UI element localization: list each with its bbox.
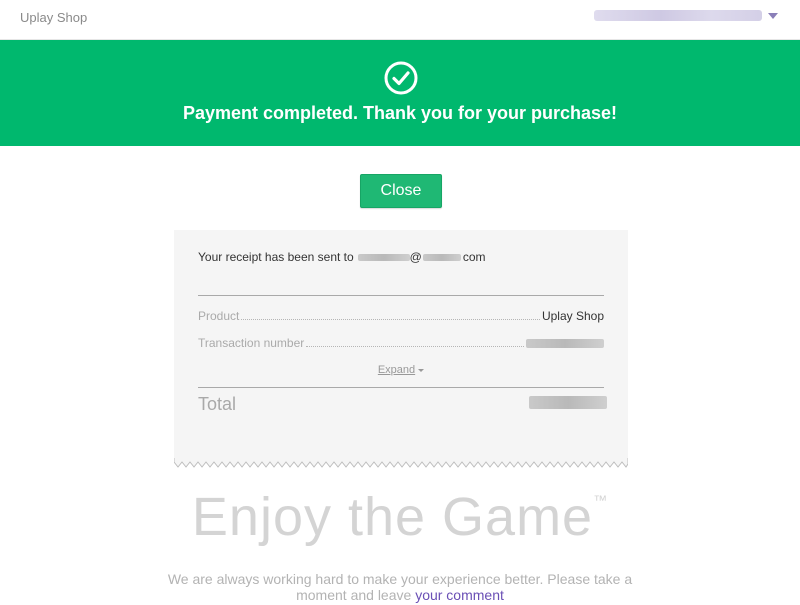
- product-value: Uplay Shop: [541, 309, 604, 323]
- close-button[interactable]: Close: [360, 174, 442, 208]
- divider: [198, 295, 604, 296]
- transaction-number-redacted: [526, 339, 604, 348]
- top-bar: Uplay Shop: [0, 0, 800, 40]
- dotted-leader: [306, 346, 524, 347]
- email-user-redacted: [357, 253, 410, 261]
- email-suffix: com: [462, 250, 486, 264]
- receipt-sent-text: Your receipt has been sent to: [198, 250, 354, 264]
- transaction-label: Transaction number: [198, 336, 305, 350]
- payment-completed-message: Payment completed. Thank you for your pu…: [182, 103, 618, 123]
- total-label: Total: [198, 394, 237, 414]
- product-row: Product Uplay Shop: [198, 309, 604, 323]
- chevron-down-icon[interactable]: [418, 368, 425, 372]
- tagline-text: Enjoy the Game: [191, 487, 594, 547]
- expand-toggle[interactable]: Expand: [174, 364, 628, 376]
- transaction-row: Transaction number: [198, 336, 604, 350]
- account-name-redacted[interactable]: [594, 10, 762, 21]
- product-label: Product: [198, 309, 240, 323]
- chevron-down-icon[interactable]: [768, 12, 778, 19]
- divider: [198, 387, 604, 388]
- email-at-sign: @: [409, 250, 422, 264]
- dotted-leader: [241, 319, 540, 320]
- account-menu[interactable]: [594, 10, 778, 21]
- expand-link[interactable]: Expand: [378, 364, 415, 376]
- app-title: Uplay Shop: [20, 10, 88, 25]
- email-domain-redacted: [422, 253, 461, 261]
- check-circle-icon: [384, 61, 418, 95]
- total-amount-redacted: [529, 396, 607, 409]
- feedback-message: We are always working hard to make your …: [150, 571, 650, 603]
- success-banner: Payment completed. Thank you for your pu…: [0, 40, 800, 146]
- enjoy-the-game-tagline: Enjoy the Game™: [0, 486, 800, 548]
- feedback-text: We are always working hard to make your …: [167, 571, 633, 603]
- your-comment-link[interactable]: your comment: [415, 587, 504, 603]
- receipt-sent-line: Your receipt has been sent to @ com: [198, 250, 486, 264]
- receipt-torn-edge: [174, 458, 628, 468]
- trademark-symbol: ™: [593, 492, 609, 508]
- receipt-card: Your receipt has been sent to @ com Prod…: [174, 230, 628, 460]
